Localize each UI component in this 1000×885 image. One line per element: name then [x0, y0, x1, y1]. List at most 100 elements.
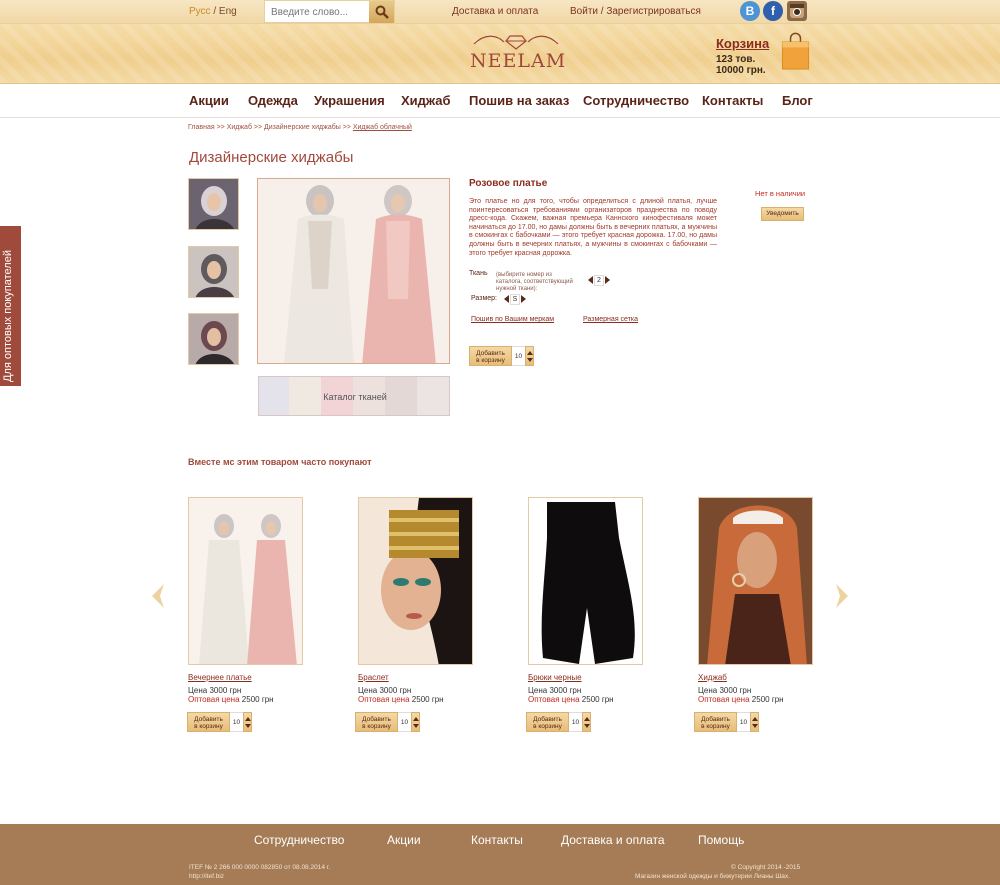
product-description: Это платье но для того, чтобы определить… [469, 198, 717, 257]
footer-itef-link[interactable]: http://itef.biz [189, 873, 224, 880]
add-to-cart-button[interactable]: Добавить в корзину [355, 712, 398, 732]
search-button[interactable] [369, 1, 394, 23]
nav-item-jewelry[interactable]: Украшения [314, 93, 385, 108]
product-main-image[interactable] [257, 178, 450, 364]
nav-item-sales[interactable]: Акции [189, 93, 229, 108]
quantity-field[interactable]: 10 [512, 346, 525, 366]
price-value: 3000 грн [209, 686, 242, 695]
fabric-prev-icon[interactable] [588, 276, 593, 284]
fabric-note: (выбирите номер из каталога, соответству… [496, 272, 573, 292]
quantity-up-icon[interactable] [583, 716, 590, 721]
quantity-down-icon[interactable] [751, 723, 758, 728]
related-product-name[interactable]: Вечернее платье [188, 673, 252, 682]
add-to-cart-button[interactable]: Добавить в корзину [187, 712, 230, 732]
quantity-down-icon[interactable] [244, 723, 251, 728]
fabric-catalog[interactable]: Каталог тканей [258, 376, 450, 416]
quantity-up-icon[interactable] [526, 350, 533, 355]
quantity-up-icon[interactable] [412, 716, 419, 721]
quantity-stepper[interactable] [582, 712, 591, 732]
wholesale-label: Оптовая цена [698, 695, 750, 704]
related-product-image[interactable] [358, 497, 473, 665]
related-product-image[interactable] [528, 497, 643, 665]
product-thumbnail[interactable] [188, 246, 239, 298]
cart-items: 123 тов. [716, 54, 756, 65]
related-product-name[interactable]: Хиджаб [698, 673, 727, 682]
page-title: Дизайнерские хиджабы [189, 149, 354, 166]
fabric-note-wrap: (выбирите номер из каталога, соответству… [496, 271, 576, 292]
quantity-stepper[interactable] [525, 346, 534, 366]
related-product-price: Цена 3000 грн [188, 686, 241, 695]
quantity-stepper[interactable] [411, 712, 420, 732]
footer-link-help[interactable]: Помощь [698, 833, 744, 847]
lang-en[interactable]: Eng [219, 6, 237, 17]
quantity-field[interactable]: 10 [398, 712, 411, 732]
quantity-up-icon[interactable] [751, 716, 758, 721]
related-product-image[interactable] [698, 497, 813, 665]
product-thumbnail[interactable] [188, 178, 239, 230]
add-to-cart: Добавить в корзину 10 [355, 712, 420, 732]
lang-ru[interactable]: Русс [189, 6, 211, 17]
related-product-image[interactable] [188, 497, 303, 665]
breadcrumb-current[interactable]: Хиджаб облачный [353, 124, 412, 131]
shopping-bag-icon[interactable] [780, 32, 811, 70]
carousel-prev-icon[interactable] [150, 583, 166, 609]
quantity-stepper[interactable] [750, 712, 759, 732]
related-product-name[interactable]: Брюки черные [528, 673, 582, 682]
delivery-link[interactable]: Доставка и оплата [452, 6, 538, 17]
nav-item-hijab[interactable]: Хиджаб [401, 93, 451, 108]
carousel-next-icon[interactable] [834, 583, 850, 609]
logo[interactable]: NEELAM [470, 32, 567, 76]
footer-link-delivery[interactable]: Доставка и оплата [561, 833, 665, 847]
cart-link[interactable]: Корзина [716, 36, 769, 51]
product-thumbnail[interactable] [188, 313, 239, 365]
footer-link-sales[interactable]: Акции [387, 833, 421, 847]
custom-tailoring-link[interactable]: Пошив по Вашим меркам [471, 316, 554, 323]
nav-item-blog[interactable]: Блог [782, 93, 813, 108]
nav-item-clothes[interactable]: Одежда [248, 93, 298, 108]
quantity-field[interactable]: 10 [569, 712, 582, 732]
quantity-down-icon[interactable] [583, 723, 590, 728]
fabric-next-icon[interactable] [605, 276, 610, 284]
add-to-cart-button[interactable]: Добавить в корзину [526, 712, 569, 732]
related-product-wholesale: Оптовая цена 2500 грн [358, 695, 444, 704]
vk-icon[interactable]: B [740, 1, 760, 21]
related-product-price: Цена 3000 грн [358, 686, 411, 695]
quantity-field[interactable]: 10 [230, 712, 243, 732]
breadcrumb-path[interactable]: Главная >> Хиджаб >> Дизайнерские хиджаб… [188, 124, 353, 131]
footer-link-contacts[interactable]: Контакты [471, 833, 523, 847]
wholesale-value: 2500 грн [241, 695, 274, 704]
login-link[interactable]: Войти / Зарегистрироваться [570, 6, 701, 17]
fabric-stepper[interactable]: 2 [588, 274, 610, 286]
nav-item-tailoring[interactable]: Пошив на заказ [469, 93, 569, 108]
add-label-1: Добавить [533, 716, 562, 723]
quantity-field[interactable]: 10 [737, 712, 750, 732]
search-input[interactable] [271, 5, 367, 19]
quantity-down-icon[interactable] [526, 357, 533, 362]
footer-copyright: © Copyright 2014 -2015 [731, 864, 801, 871]
lang-separator: / [213, 6, 217, 17]
notify-button[interactable]: Уведомить [761, 207, 804, 221]
nav-item-contacts[interactable]: Контакты [702, 93, 763, 108]
related-product-price: Цена 3000 грн [528, 686, 581, 695]
size-next-icon[interactable] [521, 295, 526, 303]
size-chart-link[interactable]: Размерная сетка [583, 316, 638, 323]
wholesale-tab[interactable]: Для оптовых покупателей [0, 226, 21, 386]
wholesale-label: Оптовая цена [528, 695, 580, 704]
facebook-icon[interactable]: f [763, 1, 783, 21]
instagram-icon[interactable] [787, 1, 807, 21]
logo-text: NEELAM [470, 50, 567, 72]
size-prev-icon[interactable] [504, 295, 509, 303]
size-stepper[interactable]: S [504, 293, 526, 305]
nav-item-cooperation[interactable]: Сотрудничество [583, 93, 689, 108]
price-label: Цена [358, 686, 378, 695]
footer-itef: ITEF № 2 266 000 0000 082850 от 08.08.20… [189, 864, 331, 871]
quantity-up-icon[interactable] [244, 716, 251, 721]
stock-status: Нет в наличии [755, 189, 806, 198]
footer-link-cooperation[interactable]: Сотрудничество [254, 833, 344, 847]
add-label-2: в корзину [533, 723, 562, 730]
quantity-down-icon[interactable] [412, 723, 419, 728]
add-to-cart-button[interactable]: Добавить в корзину [694, 712, 737, 732]
related-product-name[interactable]: Браслет [358, 673, 389, 682]
quantity-stepper[interactable] [243, 712, 252, 732]
add-to-cart-button[interactable]: Добавить в корзину [469, 346, 512, 366]
